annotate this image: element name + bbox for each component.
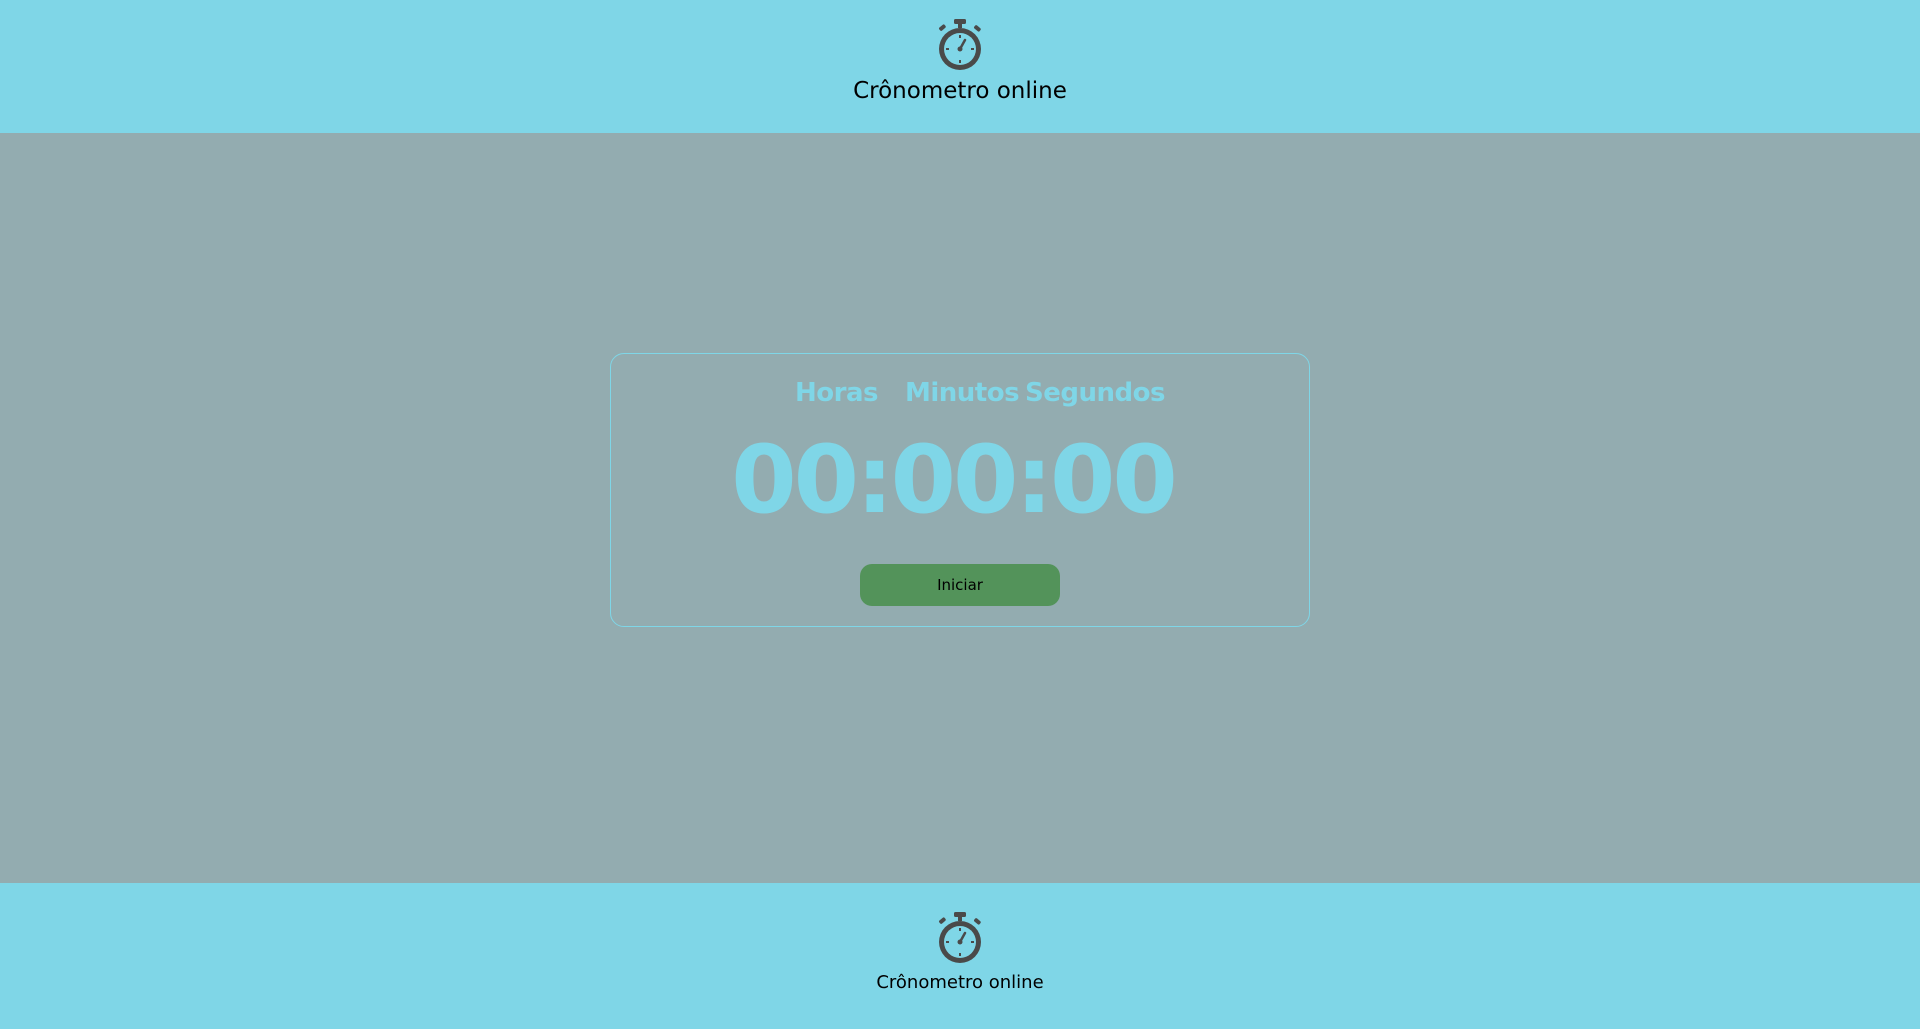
start-button[interactable]: Iniciar [860,564,1060,606]
hours-label: Horas [795,378,878,408]
minutes-label: Minutos [905,378,1020,408]
stopwatch-card: Horas Minutos Segundos 00:00:00 Iniciar [610,353,1310,627]
time-unit-labels: Horas Minutos Segundos [611,378,1309,412]
site-title: Crônometro online [853,78,1067,104]
footer-title: Crônometro online [876,972,1044,993]
stopwatch-icon [939,912,981,963]
stopwatch-icon [939,19,981,70]
main-area: Horas Minutos Segundos 00:00:00 Iniciar [0,133,1920,883]
site-header: Crônometro online [0,0,1920,133]
time-display: 00:00:00 [731,426,1178,535]
seconds-label: Segundos [1025,378,1165,408]
site-footer: Crônometro online [0,883,1920,1029]
